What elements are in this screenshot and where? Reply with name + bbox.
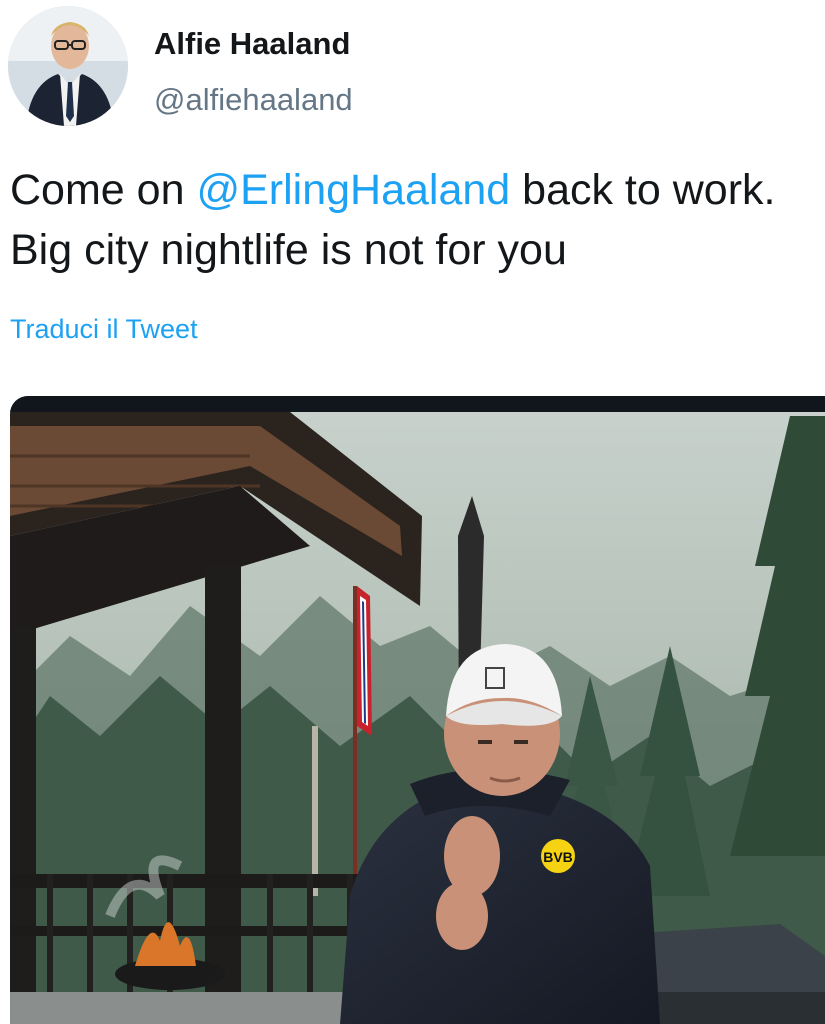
tweet-text-start: Come on xyxy=(10,166,197,214)
photo-illustration: BVB xyxy=(10,396,825,1024)
tweet-header: Alfie Haaland @alfiehaaland xyxy=(8,6,818,130)
bvb-badge-text: BVB xyxy=(543,849,573,865)
translate-tweet-link[interactable]: Traduci il Tweet xyxy=(10,314,198,345)
avatar-photo xyxy=(8,6,128,126)
author-handle[interactable]: @alfiehaaland xyxy=(154,82,353,118)
mention-link[interactable]: @ErlingHaaland xyxy=(196,166,510,214)
tweet-text: Come on @ErlingHaaland back to work. Big… xyxy=(10,160,815,280)
tweet-media-photo[interactable]: BVB xyxy=(10,396,825,1024)
avatar[interactable] xyxy=(8,6,128,126)
author-name[interactable]: Alfie Haaland xyxy=(154,26,350,62)
